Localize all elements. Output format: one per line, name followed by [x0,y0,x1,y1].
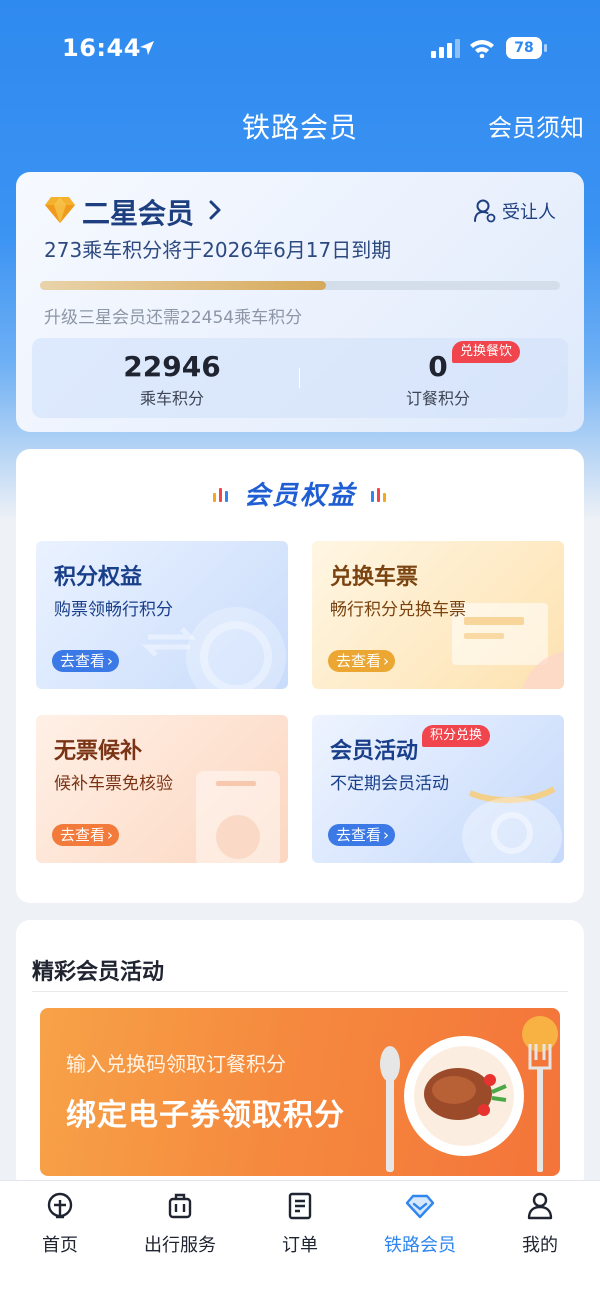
view-button[interactable]: 去查看 › [328,824,396,846]
tile-title: 会员活动 [330,739,419,764]
tile-title: 积分权益 [54,565,143,590]
view-button-label: 去查看 [60,652,106,670]
activities-card: 精彩会员活动 输入兑换码领取订餐积分 绑定电子券领取积分 [16,920,584,1190]
tab-mine[interactable]: 我的 [480,1191,600,1257]
upgrade-notice: 升级三星会员还需22454乘车积分 [44,308,303,328]
view-button-label: 去查看 [60,826,106,844]
chevron-right-icon: › [383,652,390,670]
view-button[interactable]: 去查看 › [52,650,120,672]
ride-points[interactable]: 22946 乘车积分 [52,350,292,409]
tile-exchange-tickets[interactable]: 兑换车票 畅行积分兑换车票 去查看 › [312,541,564,689]
tile-title: 兑换车票 [330,565,419,590]
diamond-icon [45,197,75,223]
rail-logo-icon [47,1192,73,1219]
banner-subtitle: 输入兑换码领取订餐积分 [66,1052,286,1076]
meal-points[interactable]: 0 订餐积分 [318,350,558,409]
level-progress-fill [40,281,326,290]
chevron-right-icon: › [107,826,114,844]
points-exchange-badge[interactable]: 积分兑换 [421,725,490,747]
tab-orders[interactable]: 订单 [240,1191,360,1257]
decoration-bars-icon [212,487,228,502]
benefits-header: 会员权益 [16,475,584,512]
meal-points-value: 0 [428,350,448,383]
wifi-icon [470,40,494,58]
chevron-right-icon: › [383,826,390,844]
benefits-card: 会员权益 积分权益 购票领畅行积分 去查看 › 兑换车票 畅行积分兑换车票 去查看… [16,449,584,903]
chevron-right-icon[interactable] [208,200,222,220]
battery-level: 78 [514,40,534,56]
points-expiry-notice: 273乘车积分将于2026年6月17日到期 [44,238,392,262]
chevron-right-icon: › [107,652,114,670]
order-list-icon [288,1192,312,1220]
member-notice-link[interactable]: 会员须知 [488,108,584,143]
activities-title: 精彩会员活动 [32,960,165,985]
view-button-label: 去查看 [336,826,382,844]
tile-subtitle: 购票领畅行积分 [54,600,173,620]
tile-subtitle: 畅行积分兑换车票 [330,600,466,620]
benefits-title: 会员权益 [243,481,356,511]
tab-label: 首页 [42,1235,78,1256]
tab-railway-member[interactable]: 铁路会员 [360,1191,480,1257]
location-arrow-icon [140,41,154,55]
ride-points-value: 22946 [123,350,221,383]
ride-points-label: 乘车积分 [139,389,204,408]
points-panel: 22946 乘车积分 0 订餐积分 兑换餐饮 [32,338,568,418]
view-button[interactable]: 去查看 › [52,824,120,846]
promo-banner[interactable]: 输入兑换码领取订餐积分 绑定电子券领取积分 [40,1008,560,1176]
diamond-icon [405,1194,435,1219]
tab-travel-services[interactable]: 出行服务 [120,1191,240,1257]
view-button-label: 去查看 [336,652,382,670]
luggage-icon [168,1193,192,1219]
steak-plate-icon [380,1016,558,1172]
tab-label: 铁路会员 [384,1235,456,1256]
tile-points-benefits[interactable]: 积分权益 购票领畅行积分 去查看 › [36,541,288,689]
tab-label: 出行服务 [144,1235,216,1256]
points-divider [299,368,300,388]
member-card: 二星会员 受让人 273乘车积分将于2026年6月17日到期 升级三星会员还需2… [16,172,584,432]
tile-subtitle: 不定期会员活动 [330,774,449,794]
divider [32,991,568,992]
meal-points-label: 订餐积分 [405,389,470,408]
tab-home[interactable]: 首页 [0,1191,120,1257]
tile-waitlist[interactable]: 无票候补 候补车票免核验 去查看 › [36,715,288,863]
status-bar: 16:44 78 [0,0,600,96]
user-settings-icon [474,199,496,223]
tab-bar: 首页 出行服务 订单 铁路会员 我的 [0,1180,600,1305]
status-time: 16:44 [62,34,141,62]
decoration-bars-icon [371,487,386,502]
tab-label: 我的 [522,1235,558,1256]
level-progress-bar [40,281,560,290]
view-button[interactable]: 去查看 › [328,650,396,672]
tile-title: 无票候补 [54,739,143,764]
banner-title: 绑定电子券领取积分 [66,1098,345,1133]
beneficiary-button[interactable]: 受让人 [474,198,556,224]
member-level[interactable]: 二星会员 [82,192,194,232]
beneficiary-label: 受让人 [502,202,556,223]
tab-label: 订单 [282,1235,318,1256]
gift-bag-icon [462,786,562,863]
phone-ticket-icon [196,771,280,863]
exchange-meal-badge[interactable]: 兑换餐饮 [452,341,521,363]
person-icon [527,1192,553,1220]
cellular-signal-icon [431,39,460,58]
tile-subtitle: 候补车票免核验 [54,774,173,794]
